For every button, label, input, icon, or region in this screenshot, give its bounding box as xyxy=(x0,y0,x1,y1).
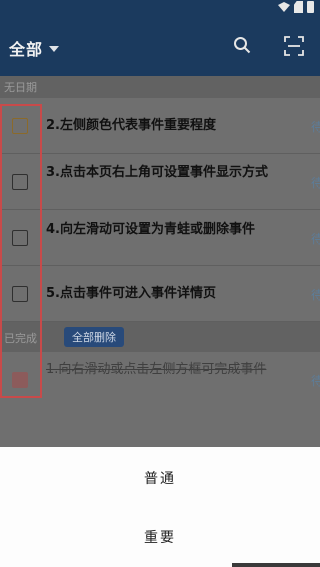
chevron-down-icon xyxy=(49,46,60,52)
event-list: 无日期 2.左侧颜色代表事件重要程度 待 3.点击本页右上角可设置事件显示方式 … xyxy=(0,76,320,447)
status-bar-icons xyxy=(278,0,314,14)
item-text: 4.向左滑动可设置为青蛙或删除事件 xyxy=(46,222,255,237)
importance-bottom-sheet: 普通 重要 xyxy=(0,447,320,567)
item-text: 5.点击事件可进入事件详情页 xyxy=(46,286,216,301)
option-important[interactable]: 重要 xyxy=(0,527,320,547)
page-title: 全部 xyxy=(9,40,44,59)
search-icon[interactable] xyxy=(233,36,251,54)
highlight-annotation-box xyxy=(0,104,42,398)
app-bar: 全部 xyxy=(0,0,320,76)
item-status: 待 xyxy=(310,120,320,134)
section-label: 无日期 xyxy=(4,81,37,94)
list-item[interactable]: 5.点击事件可进入事件详情页 待 xyxy=(0,266,320,322)
list-item[interactable]: 3.点击本页右上角可设置事件显示方式 待 xyxy=(0,154,320,210)
delete-all-button[interactable]: 全部删除 xyxy=(64,327,124,347)
section-header-undated: 无日期 xyxy=(0,76,320,98)
list-item-completed[interactable]: 1.向右滑动或点击左侧方框可完成事件 待 xyxy=(0,352,320,404)
item-status: 待 xyxy=(310,176,320,190)
section-header-completed: 已完成 全部删除 xyxy=(0,322,320,352)
battery-icon xyxy=(307,1,314,13)
list-item[interactable]: 4.向左滑动可设置为青蛙或删除事件 待 xyxy=(0,210,320,266)
scan-icon[interactable] xyxy=(284,36,304,56)
item-status: 待 xyxy=(310,232,320,246)
item-status: 待 xyxy=(310,374,320,388)
item-status: 待 xyxy=(310,288,320,302)
item-text: 2.左侧颜色代表事件重要程度 xyxy=(46,118,216,133)
wifi-icon xyxy=(278,2,290,12)
sim-icon xyxy=(294,1,303,13)
item-text: 3.点击本页右上角可设置事件显示方式 xyxy=(46,165,268,180)
list-item[interactable]: 2.左侧颜色代表事件重要程度 待 xyxy=(0,98,320,154)
item-text: 1.向右滑动或点击左侧方框可完成事件 xyxy=(46,362,267,377)
filter-dropdown[interactable]: 全部 xyxy=(9,36,60,60)
option-normal[interactable]: 普通 xyxy=(0,468,320,488)
home-indicator xyxy=(232,563,320,567)
